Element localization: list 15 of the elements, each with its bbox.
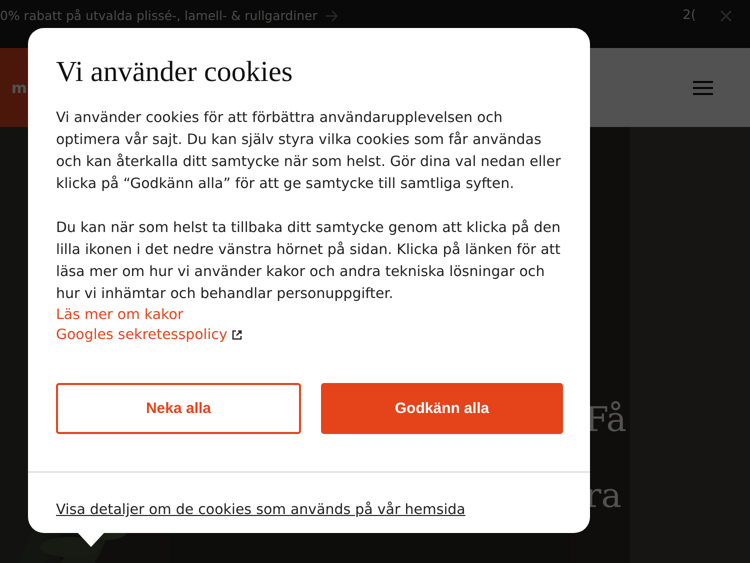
dialog-title: Vi använder cookies — [56, 56, 294, 89]
hero-heading: Få — [585, 399, 627, 442]
policy-link[interactable]: Läs mer om kakor — [56, 307, 184, 323]
promo-text[interactable]: 0% rabatt på utvalda plissé-, lamell- & rullgardiner — [0, 8, 318, 24]
menu-icon[interactable] — [693, 80, 713, 94]
promo-text: 2( — [682, 8, 696, 23]
close-icon[interactable] — [720, 10, 732, 22]
arrow-right-icon — [325, 10, 340, 22]
dialog-paragraph: Du kan när som helst ta tillbaka ditt samtycke genom att klicka på den lilla ikonen i det nedre vänstra hörnet på sidan. Klicka på länken för att läsa mer om hur vi använder kakor och andra tekniska lösningar och hur vi inhämtar och behandlar personuppgifter. — [56, 218, 562, 304]
dialog-paragraph: Vi använder cookies för att förbättra användarupplevelsen och optimera vår sajt. Du kan själv styra vilka cookies som får användas och kan återkalla ditt samtycke när som helst. Gör dina val nedan eller klicka på “Godkänn alla” för att ge samtycke till samtliga syften. — [56, 109, 562, 194]
reject-button[interactable]: Neka alla — [56, 383, 301, 434]
accept-button[interactable]: Godkänn alla — [321, 383, 563, 434]
external-link-icon — [232, 330, 242, 340]
details-link[interactable]: Visa detaljer om de cookies som används på vår hemsida — [56, 502, 562, 518]
policy-link[interactable]: Googles sekretesspolicy — [56, 327, 228, 343]
